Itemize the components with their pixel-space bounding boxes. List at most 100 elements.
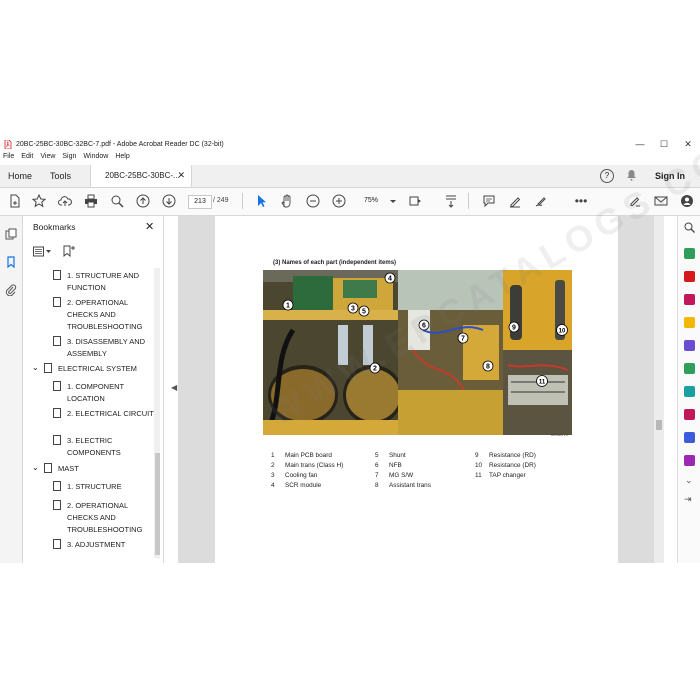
create-pdf-icon[interactable] <box>8 194 22 208</box>
select-cursor-icon[interactable] <box>254 194 268 208</box>
export-pdf-icon[interactable] <box>684 248 695 259</box>
fill-sign-icon[interactable] <box>684 409 695 420</box>
combine-files-icon[interactable] <box>684 340 695 351</box>
chevron-down-icon[interactable]: ⌄ <box>32 463 39 472</box>
add-bookmark-icon[interactable] <box>62 245 76 258</box>
page-thumbnails-icon[interactable] <box>5 228 17 240</box>
part-number: 9 <box>475 452 479 459</box>
part-name: TAP changer <box>489 472 526 479</box>
part-name: SCR module <box>285 482 322 489</box>
bookmark-icon <box>53 381 61 391</box>
more-tools-icon[interactable] <box>684 455 695 466</box>
part-number: 11 <box>475 472 482 479</box>
bell-icon[interactable] <box>626 169 637 181</box>
bookmark-icon <box>44 363 52 373</box>
toolbar-divider <box>468 193 469 209</box>
part-number: 4 <box>271 482 275 489</box>
bookmark-icon <box>44 463 52 473</box>
search-icon[interactable] <box>684 222 695 233</box>
hand-tool-icon[interactable] <box>280 194 294 208</box>
navigation-pane-rail <box>0 216 23 563</box>
scrollbar-thumb[interactable] <box>155 453 160 555</box>
menu-window[interactable]: Window <box>83 153 108 164</box>
scrollbar-thumb[interactable] <box>656 420 662 430</box>
part-name: Resistance (RD) <box>489 452 536 459</box>
bookmark-icon <box>53 270 61 280</box>
attachments-icon[interactable] <box>5 284 17 296</box>
callout-label: 8 <box>486 364 490 371</box>
menu-sign[interactable]: Sign <box>62 153 76 164</box>
bookmark-icon <box>53 435 61 445</box>
bookmark-label: 1. STRUCTURE AND FUNCTION <box>67 271 140 292</box>
compress-pdf-icon[interactable] <box>684 386 695 397</box>
part-name: MG S/W <box>389 472 414 479</box>
bookmark-tree: ˄ ˄ 1. STRUCTURE AND FUNCTION 2. OPERATI… <box>23 266 155 563</box>
print-icon[interactable] <box>84 194 98 208</box>
bookmark-label: 2. OPERATIONAL CHECKS AND TROUBLESHOOTIN… <box>67 501 143 534</box>
part-name: Cooling fan <box>285 472 318 479</box>
zoom-in-icon[interactable] <box>332 194 346 208</box>
acrobat-window: 20BC-25BC-30BC-32BC-7.pdf - Adobe Acroba… <box>0 120 700 563</box>
callout-label: 1 <box>286 303 290 310</box>
previous-page-icon[interactable] <box>136 194 150 208</box>
callout-label: 5 <box>362 309 366 316</box>
tab-tools[interactable]: Tools <box>50 171 71 181</box>
bookmark-star-icon[interactable] <box>32 194 46 208</box>
section-title: (3) Names of each part (independent item… <box>273 260 397 266</box>
search-zoom-icon[interactable] <box>110 194 124 208</box>
tab-close-button[interactable]: ✕ <box>177 170 185 181</box>
next-page-icon[interactable] <box>162 194 176 208</box>
bookmark-icon <box>53 539 61 549</box>
bookmark-label: 2. OPERATIONAL CHECKS AND TROUBLESHOOTIN… <box>67 298 143 331</box>
help-icon[interactable]: ? <box>600 169 614 183</box>
bookmarks-icon[interactable] <box>5 256 17 268</box>
close-panel-button[interactable]: ✕ <box>145 220 154 233</box>
options-menu-icon[interactable] <box>33 246 53 257</box>
photo-caption: 80VBAT10 <box>551 433 568 437</box>
part-number: 2 <box>271 462 275 469</box>
bookmarks-scrollbar[interactable] <box>154 268 160 558</box>
cloud-upload-icon[interactable] <box>58 194 72 208</box>
pdf-page: (3) Names of each part (independent item… <box>215 120 700 563</box>
minimize-button[interactable]: — <box>628 135 652 153</box>
chevron-down-icon[interactable]: ⌄ <box>685 475 693 486</box>
bookmark-options <box>33 245 76 259</box>
page-display-icon[interactable] <box>408 194 422 208</box>
tab-document[interactable]: 20BC-25BC-30BC-... ✕ <box>90 165 192 187</box>
tab-home[interactable]: Home <box>8 171 32 181</box>
toolbar-divider <box>242 193 243 209</box>
chevron-down-icon[interactable]: ⌄ <box>32 363 39 372</box>
expand-pane-icon[interactable]: ⇥ <box>684 494 692 505</box>
comment-icon[interactable] <box>482 194 496 208</box>
menu-view[interactable]: View <box>40 153 55 164</box>
menu-file[interactable]: File <box>3 153 14 164</box>
part-name: Assistant trans <box>389 482 431 489</box>
comment-tool-icon[interactable] <box>684 317 695 328</box>
bookmark-icon <box>53 481 61 491</box>
protect-icon[interactable] <box>684 432 695 443</box>
page-number-input[interactable]: 213 <box>188 195 212 209</box>
bookmark-label: 1. COMPONENT LOCATION <box>67 382 124 403</box>
chevron-down-icon[interactable] <box>386 194 400 208</box>
part-name: Resistance (DR) <box>489 462 536 469</box>
callout-label: 4 <box>388 276 392 283</box>
create-pdf-icon[interactable] <box>684 271 695 282</box>
menu-edit[interactable]: Edit <box>21 153 33 164</box>
window-title: 20BC-25BC-30BC-32BC-7.pdf - Adobe Acroba… <box>16 140 224 148</box>
highlight-pen-icon[interactable] <box>508 194 522 208</box>
more-tools-icon[interactable]: ••• <box>574 194 588 208</box>
part-name: Shunt <box>389 452 406 459</box>
document-scrollbar[interactable] <box>654 216 664 563</box>
bookmark-label: 1. STRUCTURE <box>67 482 122 491</box>
maximize-button[interactable]: ☐ <box>652 135 676 153</box>
callout-label: 11 <box>539 380 546 386</box>
menu-help[interactable]: Help <box>115 153 129 164</box>
edit-pdf-icon[interactable] <box>684 294 695 305</box>
collapse-panel-icon[interactable]: ◀ <box>171 383 177 392</box>
document-view[interactable]: (3) Names of each part (independent item… <box>178 120 700 563</box>
scroll-mode-icon[interactable] <box>444 194 458 208</box>
organize-pages-icon[interactable] <box>684 363 695 374</box>
bookmark-label: MAST <box>58 464 79 473</box>
sign-pen-icon[interactable] <box>534 194 548 208</box>
zoom-out-icon[interactable] <box>306 194 320 208</box>
